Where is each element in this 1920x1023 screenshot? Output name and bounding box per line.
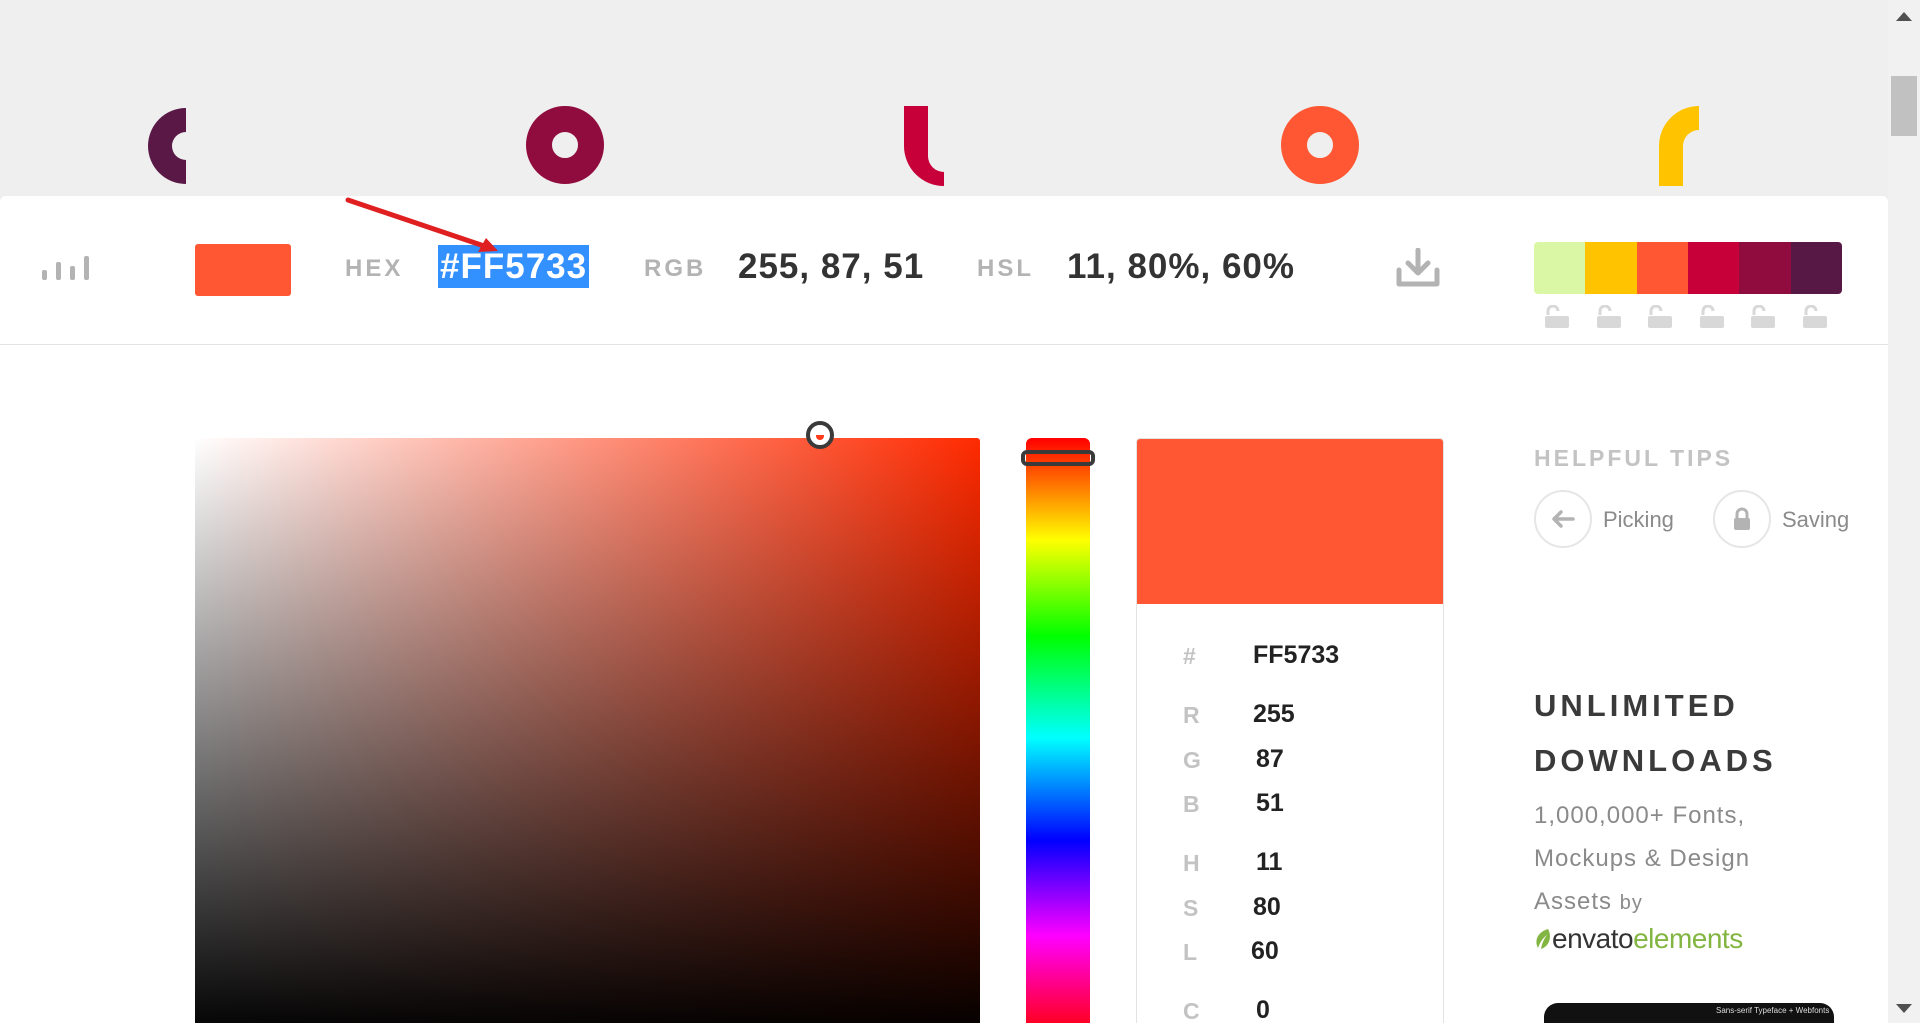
tip-picking-button[interactable] [1534,490,1592,548]
spec-value-h[interactable]: 11 [1256,848,1282,877]
spec-key-s: S [1183,895,1199,921]
spec-key-g: G [1183,747,1201,773]
spec-key-hex: # [1183,643,1196,669]
spec-value-c[interactable]: 0 [1256,996,1270,1023]
color-preview [1137,439,1443,604]
envato-brand-accent: elements [1633,923,1743,954]
current-color-swatch[interactable] [195,244,291,296]
ad-thumb-caption: Sans-serif Typeface + Webfonts [1716,1006,1830,1015]
palette-swatch-2[interactable] [1585,242,1637,294]
saturation-value-handle[interactable] [806,421,834,449]
ad-title-line2[interactable]: DOWNLOADS [1534,743,1777,779]
spec-value-r[interactable]: 255 [1253,700,1295,729]
hex-label: HEX [345,255,404,282]
spec-key-l: L [1183,939,1198,965]
bar-chart-icon[interactable] [42,252,92,280]
spec-key-b: B [1183,791,1200,817]
logo-letter-l [904,106,944,186]
unlock-icon[interactable] [1748,305,1776,329]
logo-strip [0,0,1888,196]
hue-slider-handle[interactable] [1021,450,1095,466]
palette-swatch-1[interactable] [1534,242,1586,294]
ad-text[interactable]: 1,000,000+ Fonts, Mockups & Design Asset… [1534,794,1834,925]
rgb-label: RGB [644,255,707,282]
unlock-icon[interactable] [1645,305,1673,329]
scroll-down-arrow[interactable] [1896,1004,1912,1013]
palette-swatch-4[interactable] [1687,242,1740,294]
unlock-icon[interactable] [1800,305,1828,329]
unlock-icon[interactable] [1542,305,1570,329]
palette-swatch-6[interactable] [1790,242,1842,294]
spec-key-c: C [1183,998,1200,1023]
envato-leaf-icon [1536,929,1550,949]
spec-key-r: R [1183,702,1200,728]
envato-elements-logo[interactable]: envato elements [1534,923,1743,955]
ad-title-line1[interactable]: UNLIMITED [1534,688,1739,724]
color-spec-card [1136,438,1444,1023]
logo-letter-r [1659,106,1699,186]
logo-letter-c [148,108,186,184]
hue-slider[interactable] [1026,438,1090,1023]
palette-swatch-3[interactable] [1636,242,1688,294]
unlock-icon[interactable] [1594,305,1622,329]
rgb-value[interactable]: 255, 87, 51 [738,247,924,287]
tip-saving-button[interactable] [1713,490,1771,548]
download-icon[interactable] [1396,248,1440,288]
helpful-tips-title: HELPFUL TIPS [1534,445,1734,471]
spec-value-l[interactable]: 60 [1251,937,1279,966]
spec-value-g[interactable]: 87 [1256,745,1284,774]
tip-picking-label[interactable]: Picking [1603,507,1674,533]
envato-brand-main: envato [1552,923,1634,954]
hsl-value[interactable]: 11, 80%, 60% [1067,247,1295,287]
color-palette[interactable] [1534,242,1842,294]
spec-value-hex[interactable]: FF5733 [1253,641,1339,670]
hsl-label: HSL [977,255,1034,282]
spec-key-h: H [1183,850,1200,876]
spec-value-s[interactable]: 80 [1253,893,1281,922]
logo-letter-o-2 [1281,106,1359,184]
saturation-value-picker[interactable] [195,438,980,1023]
unlock-icon[interactable] [1697,305,1725,329]
arrow-left-icon [1552,510,1575,528]
annotation-arrow [345,197,498,252]
scroll-up-arrow[interactable] [1896,12,1912,21]
vertical-scrollbar[interactable] [1888,0,1920,1023]
scrollbar-thumb[interactable] [1891,76,1917,136]
lock-icon [1734,507,1750,530]
palette-swatch-5[interactable] [1739,242,1791,294]
ad-by: by [1619,892,1643,914]
logo-letter-o-1 [526,106,604,184]
spec-value-b[interactable]: 51 [1256,789,1284,818]
picker-area: # FF5733 R 255 G 87 B 51 H 11 S 80 L 60 … [0,345,1888,1023]
tip-saving-label[interactable]: Saving [1782,507,1849,533]
ad-thumbnail[interactable]: Sans-serif Typeface + Webfonts [1544,1003,1834,1023]
